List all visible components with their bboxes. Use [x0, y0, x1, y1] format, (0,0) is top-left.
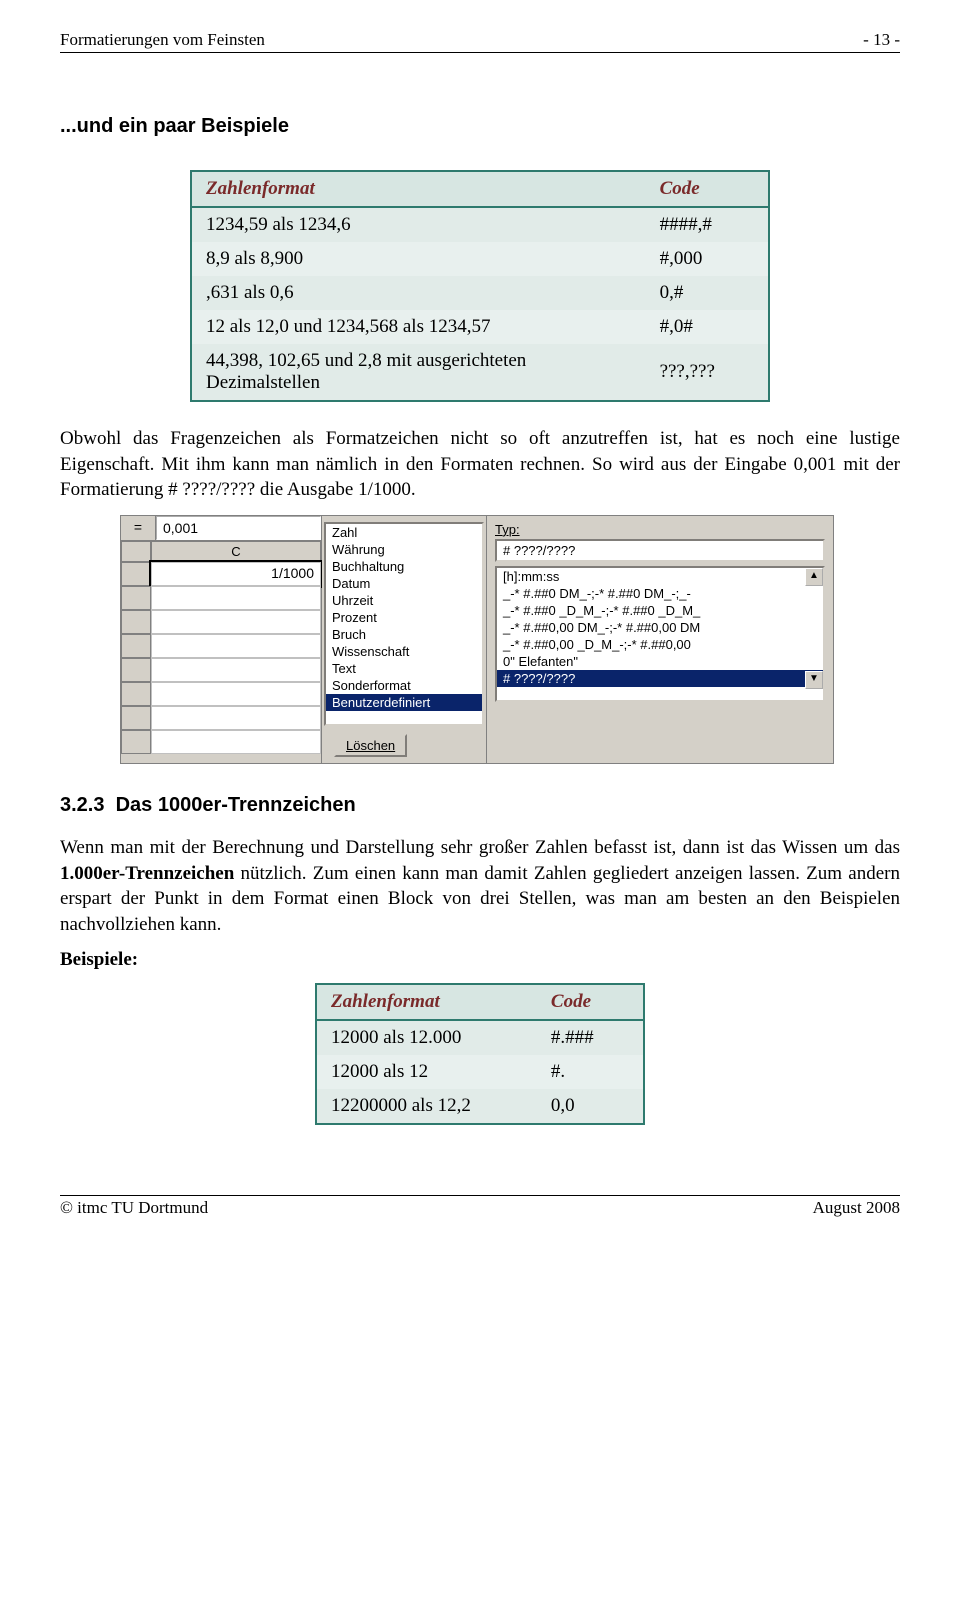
- table-row: ,631 als 0,60,#: [191, 276, 769, 310]
- beispiele-heading: Beispiele:: [60, 947, 900, 973]
- table2-header-code: Code: [537, 984, 644, 1020]
- type-panel: Typ: # ????/???? ▲ [h]:mm:ss _-* #.##0 D…: [487, 515, 834, 764]
- intro-heading: ...und ein paar Beispiele: [60, 113, 900, 140]
- type-item-selected[interactable]: # ????/????: [497, 670, 823, 687]
- category-item[interactable]: Text: [326, 660, 482, 677]
- row-header-corner: [121, 541, 151, 562]
- row-header-5: [121, 658, 151, 682]
- category-item[interactable]: Buchhaltung: [326, 558, 482, 575]
- row-header-8: [121, 730, 151, 754]
- row-header-1: [121, 562, 151, 586]
- row-header-6: [121, 682, 151, 706]
- formula-equals-icon: =: [121, 516, 156, 540]
- category-item-selected[interactable]: Benutzerdefiniert: [326, 694, 482, 711]
- table-row: 44,398, 102,65 und 2,8 mit ausgerichtete…: [191, 344, 769, 401]
- row-header-3: [121, 610, 151, 634]
- type-item[interactable]: [h]:mm:ss: [497, 568, 823, 585]
- table-row: 12000 als 12#.: [316, 1055, 644, 1089]
- type-item[interactable]: _-* #.##0 _D_M_-;-* #.##0 _D_M_: [497, 602, 823, 619]
- scroll-down-icon[interactable]: ▼: [805, 671, 823, 689]
- delete-button[interactable]: Löschen: [334, 734, 407, 757]
- row-header-2: [121, 586, 151, 610]
- excel-sheet-panel: = 0,001 C 1/1000: [120, 515, 322, 764]
- category-panel: Zahl Währung Buchhaltung Datum Uhrzeit P…: [322, 515, 487, 764]
- category-item[interactable]: Zahl: [326, 524, 482, 541]
- section-title: Das 1000er-Trennzeichen: [116, 794, 356, 816]
- category-item[interactable]: Sonderformat: [326, 677, 482, 694]
- row-header-4: [121, 634, 151, 658]
- table-row: 12 als 12,0 und 1234,568 als 1234,57#,0#: [191, 310, 769, 344]
- type-listbox[interactable]: ▲ [h]:mm:ss _-* #.##0 DM_-;-* #.##0 DM_-…: [495, 566, 825, 702]
- format-table-2: Zahlenformat Code 12000 als 12.000#.### …: [315, 983, 645, 1125]
- row-header-7: [121, 706, 151, 730]
- page-header: Formatierungen vom Feinsten - 13 -: [60, 30, 900, 53]
- category-item[interactable]: Bruch: [326, 626, 482, 643]
- type-item[interactable]: _-* #.##0 DM_-;-* #.##0 DM_-;_-: [497, 585, 823, 602]
- format-table-1: Zahlenformat Code 1234,59 als 1234,6####…: [190, 170, 770, 402]
- page-footer: © itmc TU Dortmund August 2008: [60, 1195, 900, 1218]
- paragraph-2: Wenn man mit der Berechnung und Darstell…: [60, 835, 900, 938]
- scroll-up-icon[interactable]: ▲: [805, 568, 823, 586]
- thousand-separator-term: 1.000er-Trennzeichen: [60, 863, 234, 884]
- category-item[interactable]: Uhrzeit: [326, 592, 482, 609]
- category-item[interactable]: Währung: [326, 541, 482, 558]
- type-item[interactable]: _-* #.##0,00 _D_M_-;-* #.##0,00: [497, 636, 823, 653]
- type-item[interactable]: _-* #.##0,00 DM_-;-* #.##0,00 DM: [497, 619, 823, 636]
- table2-header-format: Zahlenformat: [316, 984, 537, 1020]
- table1-header-code: Code: [646, 171, 769, 207]
- section-number: 3.2.3: [60, 794, 104, 816]
- formula-value[interactable]: 0,001: [156, 516, 321, 540]
- column-header-c: C: [151, 541, 321, 562]
- category-listbox[interactable]: Zahl Währung Buchhaltung Datum Uhrzeit P…: [324, 522, 484, 726]
- table1-header-format: Zahlenformat: [191, 171, 646, 207]
- table-row: 1234,59 als 1234,6####,#: [191, 207, 769, 242]
- category-item[interactable]: Prozent: [326, 609, 482, 626]
- table-row: 12000 als 12.000#.###: [316, 1020, 644, 1055]
- type-item[interactable]: 0" Elefanten": [497, 653, 823, 670]
- paragraph-1: Obwohl das Fragenzeichen als Formatzeich…: [60, 426, 900, 503]
- header-left: Formatierungen vom Feinsten: [60, 30, 265, 50]
- section-heading: 3.2.3 Das 1000er-Trennzeichen: [60, 794, 900, 817]
- category-item[interactable]: Datum: [326, 575, 482, 592]
- formula-bar: = 0,001: [121, 516, 321, 541]
- header-right: - 13 -: [863, 30, 900, 50]
- footer-right: August 2008: [813, 1198, 900, 1218]
- type-label: Typ:: [495, 522, 825, 537]
- type-input[interactable]: # ????/????: [495, 539, 825, 562]
- cell-c1[interactable]: 1/1000: [151, 562, 321, 586]
- table-row: 12200000 als 12,20,0: [316, 1089, 644, 1124]
- excel-screenshot: = 0,001 C 1/1000 Zahl Währung Bu: [120, 515, 900, 764]
- category-item[interactable]: Wissenschaft: [326, 643, 482, 660]
- footer-left: © itmc TU Dortmund: [60, 1198, 208, 1218]
- table-row: 8,9 als 8,900#,000: [191, 242, 769, 276]
